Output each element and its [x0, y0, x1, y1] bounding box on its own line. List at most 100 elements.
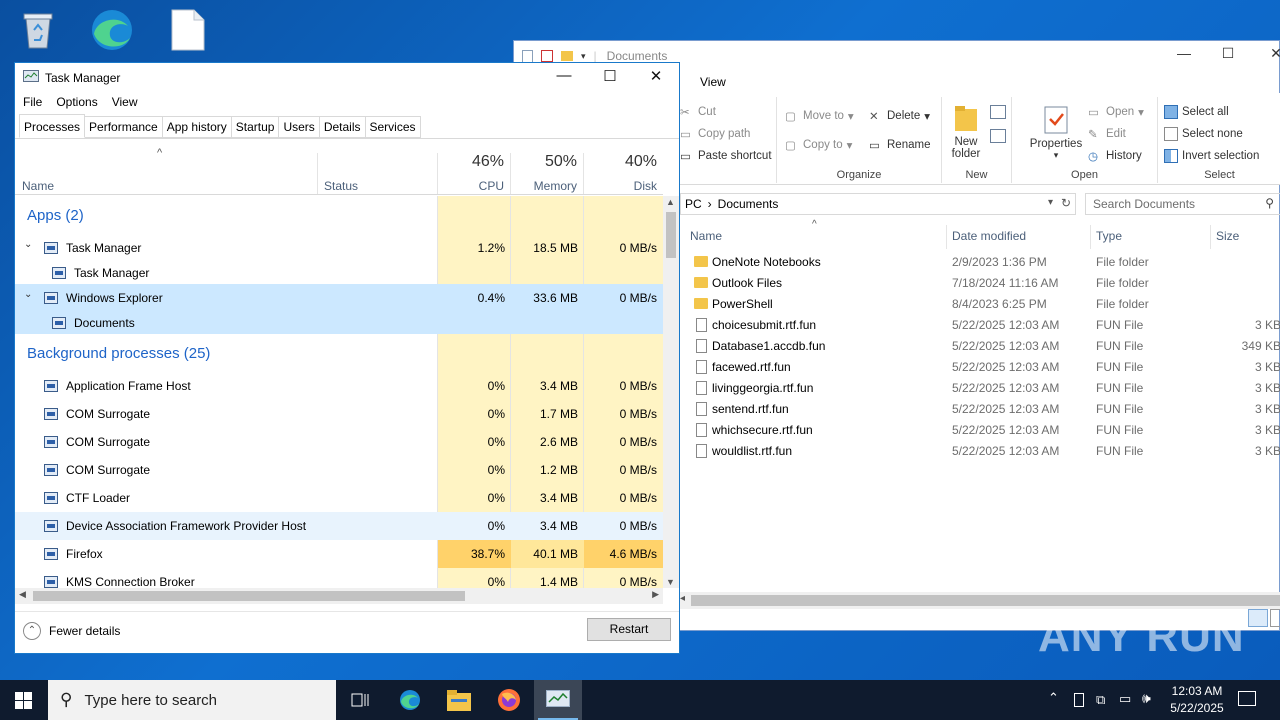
copy-path-button[interactable]: ▭ Copy path [680, 127, 750, 141]
column-cpu-header[interactable]: 46% CPU [438, 153, 511, 195]
task-view-icon[interactable] [336, 680, 384, 720]
display-icon[interactable]: ⧉ [1096, 692, 1105, 708]
file-row[interactable]: wouldlist.rtf.fun 5/22/2025 12:03 AM FUN F… [684, 441, 1280, 462]
breadcrumb-documents[interactable]: Documents [718, 197, 779, 211]
large-icons-view-icon[interactable] [1270, 609, 1280, 627]
file-row[interactable]: facewed.rtf.fun 5/22/2025 12:03 AM FUN Fil… [684, 357, 1280, 378]
process-row[interactable]: Task Manager [15, 259, 663, 284]
tm-vertical-thumb[interactable] [666, 212, 676, 258]
process-row[interactable]: Firefox 38.7% 40.1 MB 4.6 MB/s [15, 540, 663, 568]
taskbar-search-box[interactable]: ⚲ Type here to search [48, 680, 336, 720]
folder-row[interactable]: Outlook Files 7/18/2024 11:16 AM File fold… [684, 273, 1280, 294]
new-folder-button[interactable]: New folder [950, 103, 982, 160]
scroll-left-icon[interactable]: ◂ [680, 593, 685, 604]
quick-access-dropdown-icon[interactable]: ▾ [581, 51, 586, 62]
scroll-down-icon[interactable]: ▼ [666, 577, 675, 587]
file-row[interactable]: Database1.accdb.fun 5/22/2025 12:03 AM FUN… [684, 336, 1280, 357]
process-row[interactable]: COM Surrogate 0% 2.6 MB 0 MB/s [15, 428, 663, 456]
open-button[interactable]: ▭ Open ▾ [1088, 105, 1144, 119]
fewer-details-button[interactable]: ⌃ Fewer details [23, 622, 120, 640]
task-manager-window[interactable]: Task Manager — ☐ ✕ File Options View Pro… [14, 62, 680, 654]
volume-icon[interactable]: 🕪 [1142, 690, 1151, 707]
folder-quick-icon[interactable] [561, 51, 573, 61]
tm-horizontal-thumb[interactable] [33, 591, 465, 601]
tm-minimize-button[interactable]: — [541, 67, 587, 89]
ribbon-tab-view[interactable]: View [700, 75, 726, 89]
process-row[interactable]: CTF Loader 0% 3.4 MB 0 MB/s [15, 484, 663, 512]
column-type[interactable]: Type [1096, 229, 1122, 243]
process-row[interactable]: COM Surrogate 0% 1.2 MB 0 MB/s [15, 456, 663, 484]
refresh-icon[interactable]: ↻ [1061, 196, 1071, 210]
folder-row[interactable]: PowerShell 8/4/2023 6:25 PM File folder [684, 294, 1280, 315]
file-row[interactable]: sentend.rtf.fun 5/22/2025 12:03 AM FUN Fil… [684, 399, 1280, 420]
edge-icon[interactable] [88, 6, 132, 50]
chevron-down-icon[interactable]: ⌄ [24, 289, 32, 300]
column-name-header[interactable]: Name [15, 153, 318, 195]
process-row[interactable]: Documents [15, 309, 663, 334]
tab-details[interactable]: Details [319, 116, 366, 138]
restart-button[interactable]: Restart [587, 618, 671, 641]
explorer-minimize-button[interactable]: — [1162, 45, 1206, 67]
process-row[interactable]: ⌄ Windows Explorer 0.4% 33.6 MB 0 MB/s [15, 284, 663, 309]
column-name[interactable]: Name [690, 229, 722, 243]
task-manager-taskbar-icon[interactable] [534, 680, 582, 720]
column-status-header[interactable]: Status [318, 153, 438, 195]
edit-button[interactable]: ✎ Edit [1088, 127, 1126, 141]
taskbar-clock[interactable]: 12:03 AM 5/22/2025 [1160, 683, 1234, 717]
tm-horizontal-scrollbar[interactable]: ◀ ▶ [15, 588, 663, 604]
scroll-right-icon[interactable]: ▶ [652, 589, 659, 600]
select-none-button[interactable]: Select none [1164, 127, 1243, 141]
process-row[interactable]: ⌄ Task Manager 1.2% 18.5 MB 0 MB/s [15, 234, 663, 259]
tm-vertical-scrollbar[interactable]: ▲ ▼ [663, 196, 679, 588]
tm-maximize-button[interactable]: ☐ [587, 67, 633, 89]
cut-button[interactable]: ✂ Cut [680, 105, 716, 119]
file-row[interactable]: livinggeorgia.rtf.fun 5/22/2025 12:03 AM F… [684, 378, 1280, 399]
process-row[interactable]: Application Frame Host 0% 3.4 MB 0 MB/s [15, 372, 663, 400]
address-dropdown-icon[interactable]: ▾ [1048, 197, 1053, 208]
process-row[interactable]: KMS Connection Broker 0% 1.4 MB 0 MB/s [15, 568, 663, 588]
select-all-button[interactable]: Select all [1164, 105, 1229, 119]
firefox-icon[interactable] [485, 680, 533, 720]
address-bar[interactable]: PC › Documents ▾ ↻ [680, 193, 1076, 215]
menu-options[interactable]: Options [56, 95, 97, 109]
file-row[interactable]: choicesubmit.rtf.fun 5/22/2025 12:03 AM FU… [684, 315, 1280, 336]
tab-app-history[interactable]: App history [162, 116, 232, 138]
explorer-scroll-thumb[interactable] [691, 595, 1280, 606]
network-icon[interactable]: ▭ [1119, 691, 1131, 707]
breadcrumb-separator[interactable]: › [708, 197, 712, 211]
delete-button[interactable]: ✕ Delete ▾ [869, 109, 930, 123]
notifications-icon[interactable] [1238, 691, 1256, 706]
invert-selection-button[interactable]: Invert selection [1164, 149, 1259, 163]
chevron-down-icon[interactable]: ⌄ [24, 239, 32, 250]
history-button[interactable]: ◷ History [1088, 149, 1142, 163]
checkmark-quick-icon[interactable] [541, 50, 553, 62]
properties-button[interactable]: Properties ▾ [1028, 105, 1084, 161]
tab-startup[interactable]: Startup [231, 116, 280, 138]
blank-file-icon[interactable] [168, 8, 212, 52]
move-to-button[interactable]: ▢ Move to ▾ [785, 109, 854, 123]
battery-icon[interactable] [1074, 693, 1084, 707]
column-memory-header[interactable]: 50% Memory [511, 153, 584, 195]
tab-users[interactable]: Users [279, 116, 320, 138]
menu-view[interactable]: View [112, 95, 138, 109]
explorer-horizontal-scrollbar[interactable]: ◂ [680, 592, 1280, 609]
paste-shortcut-button[interactable]: ▭ Paste shortcut [680, 149, 772, 163]
breadcrumb-pc[interactable]: PC [685, 197, 702, 211]
properties-quick-icon[interactable] [522, 49, 533, 63]
rename-button[interactable]: ▭ Rename [869, 138, 930, 152]
show-hidden-icons-icon[interactable]: ⌃ [1048, 690, 1059, 706]
menu-file[interactable]: File [23, 95, 42, 109]
scroll-up-icon[interactable]: ▲ [666, 197, 675, 207]
scroll-left-icon[interactable]: ◀ [19, 589, 26, 600]
column-disk-header[interactable]: 40% Disk [584, 153, 663, 195]
easy-access-icon[interactable] [990, 129, 1006, 143]
search-input[interactable]: Search Documents ⚲ [1085, 193, 1280, 215]
details-view-icon[interactable] [1248, 609, 1268, 627]
tab-performance[interactable]: Performance [85, 116, 163, 138]
recycle-bin-icon[interactable] [16, 8, 60, 52]
tm-close-button[interactable]: ✕ [633, 67, 679, 89]
edge-icon[interactable] [386, 680, 434, 720]
folder-row[interactable]: OneNote Notebooks 2/9/2023 1:36 PM File fo… [684, 252, 1280, 273]
copy-to-button[interactable]: ▢ Copy to ▾ [785, 138, 852, 152]
explorer-maximize-button[interactable]: ☐ [1206, 45, 1250, 67]
